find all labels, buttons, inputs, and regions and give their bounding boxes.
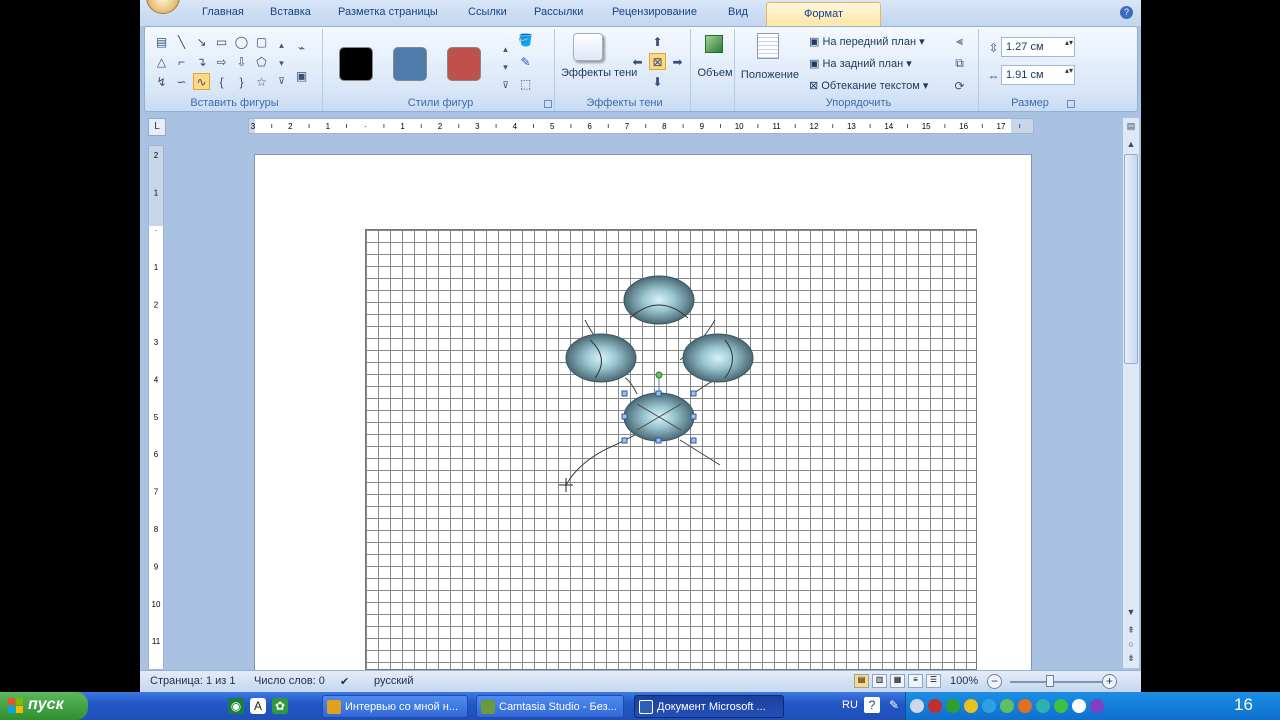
word-count[interactable]: Число слов: 0 xyxy=(254,675,325,687)
ruler-tick-label: 15 xyxy=(922,122,931,131)
group-label-size: Размер xyxy=(1011,97,1049,109)
selection-handle[interactable] xyxy=(621,413,628,420)
width-spinner[interactable]: 1.91 см xyxy=(1001,65,1075,85)
browser-icon xyxy=(327,700,341,714)
crosshair-cursor-icon xyxy=(559,478,573,492)
zoom-level[interactable]: 100% xyxy=(950,675,978,687)
selection-handle[interactable] xyxy=(655,437,662,444)
full-screen-reading-icon[interactable]: ▥ xyxy=(872,674,887,688)
height-icon: ⇳ xyxy=(988,40,999,55)
selection-handle[interactable] xyxy=(690,413,697,420)
language-status[interactable]: русский xyxy=(374,675,413,687)
rotate-icon[interactable]: ⟳ xyxy=(951,77,968,94)
status-bar: Страница: 1 из 1 Число слов: 0 ✔ русский… xyxy=(140,670,1141,692)
height-spinner[interactable]: 1.27 см xyxy=(1001,37,1075,57)
scroll-up-icon[interactable]: ▲ xyxy=(1125,138,1137,150)
taskbar-item-label: Camtasia Studio - Без... xyxy=(499,701,617,713)
rotate-handle[interactable] xyxy=(655,371,663,379)
word-window: Главная Вставка Разметка страницы Ссылки… xyxy=(140,0,1141,720)
quicklaunch-font-icon[interactable]: A xyxy=(250,698,266,714)
prev-page-icon[interactable]: ⇞ xyxy=(1125,624,1137,636)
selection-handle[interactable] xyxy=(655,390,662,397)
scrollbar-thumb[interactable] xyxy=(1124,154,1138,364)
curve-line[interactable] xyxy=(679,439,721,466)
selection-handle[interactable] xyxy=(690,390,697,397)
taskbar-item-browser[interactable]: Интервью со мной н... xyxy=(322,695,468,718)
clock[interactable]: 16 xyxy=(1234,695,1280,715)
align-icon[interactable]: ⫷ xyxy=(951,33,968,50)
windows-taskbar: пуск ◉ A ✿ Интервью со мной н... Camtasi… xyxy=(0,692,1280,720)
windows-logo-icon xyxy=(8,698,23,713)
ruler-tick-label: 14 xyxy=(884,122,893,131)
selection-handle[interactable] xyxy=(621,390,628,397)
tray-app-icon[interactable] xyxy=(964,699,978,713)
ruler-tick-label: 16 xyxy=(959,122,968,131)
quicklaunch-flower-icon[interactable]: ✿ xyxy=(272,698,288,714)
help-tray-icon[interactable]: ? xyxy=(864,697,880,713)
camtasia-icon xyxy=(481,700,495,714)
taskbar-item-label: Интервью со мной н... xyxy=(345,701,459,713)
start-button[interactable]: пуск xyxy=(0,692,88,720)
tray-app-icon[interactable] xyxy=(1054,699,1068,713)
zoom-in-icon[interactable]: + xyxy=(1102,674,1117,689)
tray-app-icon[interactable] xyxy=(1018,699,1032,713)
tray-app-icon[interactable] xyxy=(1036,699,1050,713)
web-layout-icon[interactable]: ▦ xyxy=(890,674,905,688)
zoom-slider[interactable] xyxy=(1010,681,1102,683)
help-icon[interactable]: ? xyxy=(1120,6,1133,19)
tray-app-icon[interactable] xyxy=(946,699,960,713)
zoom-slider-thumb[interactable] xyxy=(1046,675,1054,687)
proofing-icon[interactable]: ✔ xyxy=(340,675,349,688)
oval-shape-right[interactable] xyxy=(682,333,754,383)
screen-border xyxy=(1141,0,1280,692)
selection-handle[interactable] xyxy=(621,437,628,444)
page-count[interactable]: Страница: 1 из 1 xyxy=(150,675,236,687)
width-icon: ⇔ xyxy=(987,68,1000,83)
start-label: пуск xyxy=(28,696,64,713)
taskbar-item-word[interactable]: Документ Microsoft ... xyxy=(634,695,784,718)
scroll-down-icon[interactable]: ▼ xyxy=(1125,606,1137,618)
zoom-out-icon[interactable]: − xyxy=(987,674,1002,689)
drawing-layer xyxy=(559,275,754,492)
language-indicator[interactable]: RU xyxy=(842,699,858,711)
back-tray-icon[interactable] xyxy=(910,699,924,713)
draft-view-icon[interactable]: ☰ xyxy=(926,674,941,688)
tray-app-icon[interactable] xyxy=(1072,699,1086,713)
tray-app-icon[interactable] xyxy=(928,699,942,713)
quicklaunch-app-icon[interactable]: ◉ xyxy=(228,698,244,714)
selection-handle[interactable] xyxy=(690,437,697,444)
group-size: ⇳ 1.27 см ⇔ 1.91 см Размер xyxy=(983,29,1077,111)
view-ruler-icon[interactable]: ▤ xyxy=(1125,120,1137,132)
tray-app-icon[interactable] xyxy=(982,699,996,713)
oval-shape-top[interactable] xyxy=(623,275,695,325)
ruler-tick-label: 17 xyxy=(997,122,1006,131)
word-icon xyxy=(639,700,653,714)
pen-tray-icon[interactable]: ✎ xyxy=(886,697,902,713)
freeform-curve[interactable] xyxy=(565,431,641,486)
next-page-icon[interactable]: ⇟ xyxy=(1125,652,1137,664)
taskbar-item-camtasia[interactable]: Camtasia Studio - Без... xyxy=(476,695,624,718)
vertical-scrollbar[interactable]: ▤ ▲ ▼ ⇞ ○ ⇟ xyxy=(1122,118,1139,668)
outline-view-icon[interactable]: ≡ xyxy=(908,674,923,688)
tray-app-icon[interactable] xyxy=(1000,699,1014,713)
print-layout-icon[interactable]: ▤ xyxy=(854,674,869,688)
group-objects-icon[interactable]: ⧉ xyxy=(951,55,968,72)
taskbar-item-label: Документ Microsoft ... xyxy=(657,701,766,713)
browse-object-icon[interactable]: ○ xyxy=(1125,638,1137,650)
tray-app-icon[interactable] xyxy=(1090,699,1104,713)
system-tray: 16 xyxy=(905,692,1280,720)
